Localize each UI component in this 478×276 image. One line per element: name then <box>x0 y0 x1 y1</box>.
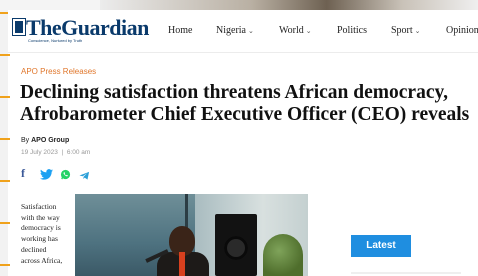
logo-tagline: Conscience, Nurtured by Truth <box>28 38 83 43</box>
body-line: across Africa, <box>21 255 63 265</box>
latest-heading: Latest <box>351 235 411 257</box>
logo-mark-icon <box>12 18 26 36</box>
photo-lanyard <box>179 252 185 276</box>
publish-date: 19 July 2023 <box>21 149 58 156</box>
nav-label: Politics <box>337 25 368 36</box>
nav-label: Sport <box>391 25 413 36</box>
nav-nigeria[interactable]: Nigeria ⌄ <box>216 25 254 36</box>
top-photo-strip <box>0 0 478 10</box>
photo-plant <box>263 234 303 276</box>
nav-home[interactable]: Home <box>168 25 192 36</box>
whatsapp-icon[interactable] <box>60 167 71 185</box>
nav-sport[interactable]: Sport ⌄ <box>391 25 421 36</box>
article-body: Satisfaction with the way democracy is w… <box>21 202 71 266</box>
nav-label: Nigeria <box>216 25 246 36</box>
article-headline: Declining satisfaction threatens African… <box>20 82 478 126</box>
category-link[interactable]: APO Press Releases <box>21 67 96 76</box>
nav-opinion[interactable]: Opinion <box>446 25 478 36</box>
chevron-down-icon: ⌄ <box>414 27 421 35</box>
body-line: working has <box>21 234 58 244</box>
margin-tick <box>0 96 10 98</box>
nav-politics[interactable]: Politics <box>337 25 367 36</box>
publish-time: 6:00 am <box>66 149 91 156</box>
chevron-down-icon: ⌄ <box>305 27 312 35</box>
nav-world[interactable]: World ⌄ <box>279 25 312 36</box>
top-photo-fragment <box>100 0 478 10</box>
margin-tick <box>0 138 10 140</box>
chevron-down-icon: ⌄ <box>248 27 254 35</box>
author-link[interactable]: APO Group <box>31 137 69 144</box>
margin-tick <box>0 180 10 182</box>
article-byline: By APO Group <box>21 137 69 144</box>
facebook-icon[interactable]: f <box>21 166 25 181</box>
left-margin-bar <box>0 10 8 276</box>
margin-tick <box>0 222 10 224</box>
margin-tick <box>0 54 10 56</box>
telegram-icon[interactable] <box>79 168 90 186</box>
margin-tick <box>0 264 10 266</box>
sidebar-divider <box>351 272 461 274</box>
photo-speaker <box>215 214 257 276</box>
headline-line-1: Declining satisfaction threatens African… <box>20 82 449 103</box>
body-line: declined <box>21 244 47 254</box>
nav-label: World <box>279 25 304 36</box>
article-photo <box>75 194 308 276</box>
nav-label: Home <box>168 25 193 36</box>
site-header: TheGuardian Conscience, Nurtured by Trut… <box>8 10 478 53</box>
twitter-icon[interactable] <box>40 167 53 185</box>
date-separator: | <box>61 149 64 156</box>
nav-label: Opinion <box>446 25 478 36</box>
body-line: Satisfaction <box>21 202 57 211</box>
article-dateline: 19 July 2023 | 6:00 am <box>21 149 90 156</box>
byline-prefix: By <box>21 137 30 144</box>
body-line: with the way <box>21 212 60 222</box>
headline-line-2: Afrobarometer Chief Executive Officer (C… <box>20 104 470 125</box>
body-line: democracy is <box>21 223 61 233</box>
